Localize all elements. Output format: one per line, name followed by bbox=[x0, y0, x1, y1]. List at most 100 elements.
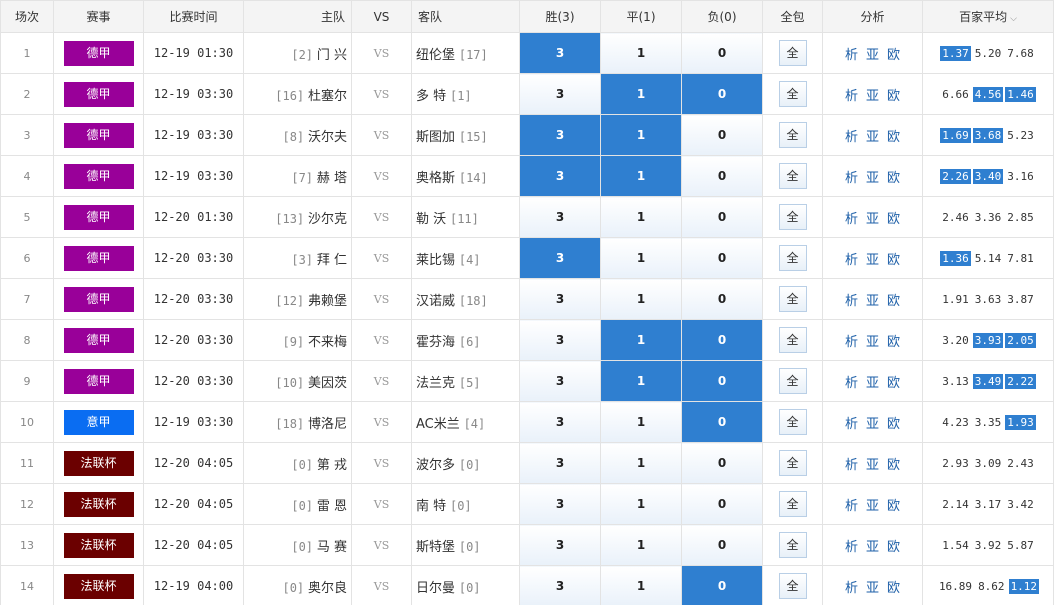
euro-odds-link[interactable]: 欧 bbox=[887, 417, 900, 432]
analysis-link[interactable]: 析 bbox=[845, 458, 858, 473]
home-team[interactable]: 雷 恩 bbox=[317, 499, 347, 514]
away-team[interactable]: 日尔曼 bbox=[416, 581, 455, 596]
asian-odds-link[interactable]: 亚 bbox=[866, 417, 879, 432]
all-button[interactable]: 全 bbox=[778, 286, 807, 312]
home-team[interactable]: 沃尔夫 bbox=[308, 130, 347, 145]
home-team[interactable]: 第 戎 bbox=[317, 458, 347, 473]
euro-odds-link[interactable]: 欧 bbox=[887, 376, 900, 391]
pick-lose[interactable]: 0 bbox=[681, 196, 763, 238]
pick-win[interactable]: 3 bbox=[519, 237, 601, 279]
pick-draw[interactable]: 1 bbox=[600, 237, 682, 279]
away-team[interactable]: 霍芬海 bbox=[416, 335, 455, 350]
home-team[interactable]: 奥尔良 bbox=[308, 581, 347, 596]
pick-lose[interactable]: 0 bbox=[681, 524, 763, 566]
home-team[interactable]: 不来梅 bbox=[308, 335, 347, 350]
pick-draw[interactable]: 1 bbox=[600, 442, 682, 484]
pick-draw[interactable]: 1 bbox=[600, 524, 682, 566]
pick-lose[interactable]: 0 bbox=[681, 360, 763, 402]
league-badge[interactable]: 德甲 bbox=[63, 204, 134, 230]
league-badge[interactable]: 德甲 bbox=[63, 163, 134, 189]
pick-lose[interactable]: 0 bbox=[681, 442, 763, 484]
league-badge[interactable]: 意甲 bbox=[63, 409, 134, 435]
home-team[interactable]: 博洛尼 bbox=[308, 417, 347, 432]
asian-odds-link[interactable]: 亚 bbox=[866, 335, 879, 350]
pick-win[interactable]: 3 bbox=[519, 32, 601, 74]
pick-draw[interactable]: 1 bbox=[600, 360, 682, 402]
pick-win[interactable]: 3 bbox=[519, 442, 601, 484]
pick-draw[interactable]: 1 bbox=[600, 483, 682, 525]
asian-odds-link[interactable]: 亚 bbox=[866, 540, 879, 555]
away-team[interactable]: 纽伦堡 bbox=[416, 48, 455, 63]
away-team[interactable]: 南 特 bbox=[416, 499, 446, 514]
euro-odds-link[interactable]: 欧 bbox=[887, 48, 900, 63]
all-button[interactable]: 全 bbox=[778, 245, 807, 271]
home-team[interactable]: 赫 塔 bbox=[317, 171, 347, 186]
pick-win[interactable]: 3 bbox=[519, 360, 601, 402]
pick-draw[interactable]: 1 bbox=[600, 401, 682, 443]
asian-odds-link[interactable]: 亚 bbox=[866, 581, 879, 596]
league-badge[interactable]: 德甲 bbox=[63, 40, 134, 66]
all-button[interactable]: 全 bbox=[778, 573, 807, 599]
all-button[interactable]: 全 bbox=[778, 409, 807, 435]
away-team[interactable]: 法兰克 bbox=[416, 376, 455, 391]
all-button[interactable]: 全 bbox=[778, 532, 807, 558]
analysis-link[interactable]: 析 bbox=[845, 581, 858, 596]
league-badge[interactable]: 法联杯 bbox=[63, 532, 134, 558]
analysis-link[interactable]: 析 bbox=[845, 212, 858, 227]
pick-draw[interactable]: 1 bbox=[600, 565, 682, 605]
all-button[interactable]: 全 bbox=[778, 40, 807, 66]
home-team[interactable]: 沙尔克 bbox=[308, 212, 347, 227]
euro-odds-link[interactable]: 欧 bbox=[887, 89, 900, 104]
league-badge[interactable]: 德甲 bbox=[63, 327, 134, 353]
analysis-link[interactable]: 析 bbox=[845, 376, 858, 391]
away-team[interactable]: 波尔多 bbox=[416, 458, 455, 473]
pick-draw[interactable]: 1 bbox=[600, 114, 682, 156]
away-team[interactable]: 多 特 bbox=[416, 89, 446, 104]
pick-win[interactable]: 3 bbox=[519, 114, 601, 156]
analysis-link[interactable]: 析 bbox=[845, 130, 858, 145]
pick-lose[interactable]: 0 bbox=[681, 278, 763, 320]
away-team[interactable]: AC米兰 bbox=[416, 417, 460, 432]
euro-odds-link[interactable]: 欧 bbox=[887, 294, 900, 309]
pick-win[interactable]: 3 bbox=[519, 196, 601, 238]
analysis-link[interactable]: 析 bbox=[845, 417, 858, 432]
euro-odds-link[interactable]: 欧 bbox=[887, 458, 900, 473]
asian-odds-link[interactable]: 亚 bbox=[866, 376, 879, 391]
col-header-avg[interactable]: 百家平均 ⌵ bbox=[922, 0, 1054, 33]
league-badge[interactable]: 法联杯 bbox=[63, 491, 134, 517]
asian-odds-link[interactable]: 亚 bbox=[866, 89, 879, 104]
pick-draw[interactable]: 1 bbox=[600, 196, 682, 238]
pick-draw[interactable]: 1 bbox=[600, 319, 682, 361]
pick-lose[interactable]: 0 bbox=[681, 32, 763, 74]
league-badge[interactable]: 德甲 bbox=[63, 286, 134, 312]
away-team[interactable]: 奥格斯 bbox=[416, 171, 455, 186]
pick-draw[interactable]: 1 bbox=[600, 73, 682, 115]
away-team[interactable]: 汉诺威 bbox=[416, 294, 455, 309]
league-badge[interactable]: 德甲 bbox=[63, 245, 134, 271]
pick-win[interactable]: 3 bbox=[519, 278, 601, 320]
home-team[interactable]: 弗赖堡 bbox=[308, 294, 347, 309]
pick-lose[interactable]: 0 bbox=[681, 483, 763, 525]
pick-lose[interactable]: 0 bbox=[681, 401, 763, 443]
all-button[interactable]: 全 bbox=[778, 163, 807, 189]
euro-odds-link[interactable]: 欧 bbox=[887, 212, 900, 227]
asian-odds-link[interactable]: 亚 bbox=[866, 458, 879, 473]
pick-win[interactable]: 3 bbox=[519, 73, 601, 115]
euro-odds-link[interactable]: 欧 bbox=[887, 499, 900, 514]
euro-odds-link[interactable]: 欧 bbox=[887, 581, 900, 596]
pick-win[interactable]: 3 bbox=[519, 524, 601, 566]
league-badge[interactable]: 德甲 bbox=[63, 122, 134, 148]
pick-win[interactable]: 3 bbox=[519, 401, 601, 443]
all-button[interactable]: 全 bbox=[778, 204, 807, 230]
league-badge[interactable]: 法联杯 bbox=[63, 450, 134, 476]
away-team[interactable]: 斯特堡 bbox=[416, 540, 455, 555]
pick-lose[interactable]: 0 bbox=[681, 155, 763, 197]
home-team[interactable]: 门 兴 bbox=[317, 48, 347, 63]
analysis-link[interactable]: 析 bbox=[845, 48, 858, 63]
home-team[interactable]: 杜塞尔 bbox=[308, 89, 347, 104]
asian-odds-link[interactable]: 亚 bbox=[866, 294, 879, 309]
asian-odds-link[interactable]: 亚 bbox=[866, 171, 879, 186]
asian-odds-link[interactable]: 亚 bbox=[866, 212, 879, 227]
pick-draw[interactable]: 1 bbox=[600, 278, 682, 320]
euro-odds-link[interactable]: 欧 bbox=[887, 253, 900, 268]
